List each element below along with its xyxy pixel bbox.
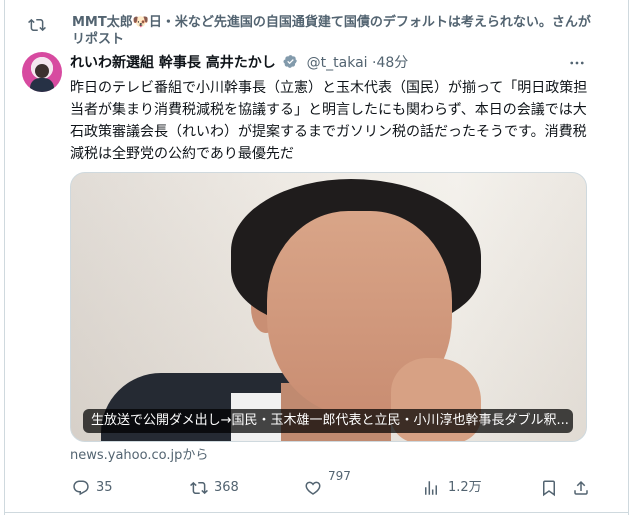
share-button[interactable]	[572, 478, 592, 498]
views-icon	[425, 481, 437, 495]
like-count: 797	[328, 469, 351, 483]
repost-label: MMT太郎🐶日・米など先進国の自国通貨建て国債のデフォルトは考えられない。さんが…	[72, 15, 591, 47]
bookmark-icon	[543, 480, 555, 497]
verified-badge-icon[interactable]	[283, 54, 298, 69]
link-card-caption[interactable]: 生放送で公開ダメ出し→国民・玉木雄一郎代表と立民・小川淳也幹事長ダブル釈...	[83, 409, 573, 433]
like-button[interactable]: 797	[304, 469, 374, 498]
author-avatar[interactable]	[22, 52, 62, 92]
views-count: 1.2万	[448, 480, 482, 495]
link-source[interactable]: news.yahoo.co.jpから	[70, 447, 208, 464]
retweet-button[interactable]: 368	[190, 478, 260, 498]
repost-icon	[28, 18, 46, 32]
tweet-timestamp[interactable]: 48分	[376, 55, 408, 71]
author-name[interactable]: れいわ新選組 幹事長 高井たかし	[70, 55, 276, 71]
avatar-head	[35, 64, 49, 78]
like-icon	[305, 481, 321, 495]
tweet-divider	[4, 512, 629, 513]
link-card-title: 生放送で公開ダメ出し→国民・玉木雄一郎代表と立民・小川淳也幹事長ダブル釈...	[91, 413, 569, 428]
retweet-icon	[190, 481, 208, 495]
tweet-body: 昨日のテレビ番組で小川幹事長（立憲）と玉木代表（国民）が揃って「明日政策担当者が…	[70, 80, 588, 162]
more-icon[interactable]	[568, 54, 586, 72]
author-handle[interactable]: @t_takai	[307, 55, 368, 71]
views-button[interactable]: 1.2万	[422, 478, 492, 498]
avatar-body	[30, 78, 54, 92]
bookmark-button[interactable]	[540, 478, 560, 498]
reply-count: 35	[96, 480, 113, 495]
retweet-count: 368	[214, 480, 239, 495]
share-icon	[574, 480, 588, 495]
reply-icon	[73, 480, 89, 496]
link-card-image[interactable]: 生放送で公開ダメ出し→国民・玉木雄一郎代表と立民・小川淳也幹事長ダブル釈...	[70, 172, 587, 442]
timeline-border-right	[628, 0, 629, 515]
reply-button[interactable]: 35	[72, 478, 132, 498]
timeline-border-left	[4, 0, 5, 515]
tweet-header: れいわ新選組 幹事長 高井たかし @t_takai ·48分	[70, 53, 590, 73]
